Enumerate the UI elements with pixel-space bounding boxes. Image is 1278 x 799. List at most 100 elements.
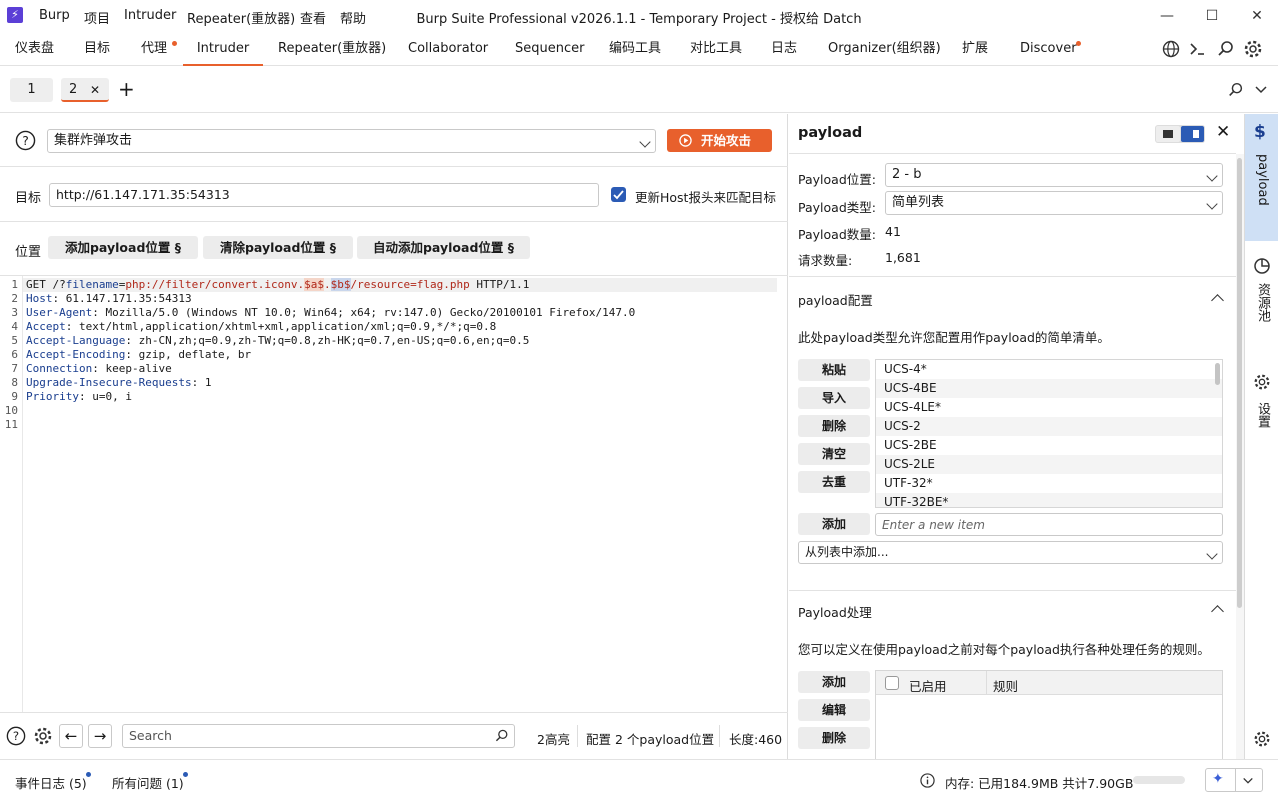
layout-left-icon[interactable] bbox=[1156, 126, 1180, 142]
forward-arrow-icon[interactable]: → bbox=[88, 724, 112, 748]
event-log-link[interactable]: 事件日志 (5) bbox=[15, 773, 87, 792]
tab-dashboard[interactable]: 仪表盘 bbox=[15, 32, 54, 66]
clear-position-button[interactable]: 清除payload位置 § bbox=[203, 236, 353, 259]
list-item[interactable]: UCS-2BE bbox=[876, 436, 1222, 455]
menu-view[interactable]: 查看 bbox=[300, 8, 326, 27]
layout-right-icon[interactable] bbox=[1181, 126, 1204, 142]
tab-discover[interactable]: Discover bbox=[1020, 32, 1077, 66]
payload-list[interactable]: UCS-4* UCS-4BE UCS-4LE* UCS-2 UCS-2BE UCS-2LE… bbox=[875, 359, 1223, 508]
list-item[interactable]: UCS-4LE* bbox=[876, 398, 1222, 417]
menu-burp[interactable]: Burp bbox=[39, 8, 70, 23]
remove-rule-button[interactable]: 删除 bbox=[798, 727, 870, 749]
tab-proxy[interactable]: 代理 bbox=[141, 32, 167, 66]
deduplicate-button[interactable]: 去重 bbox=[798, 471, 870, 493]
enable-all-checkbox[interactable] bbox=[885, 676, 899, 690]
payload-processing-title: Payload处理 bbox=[798, 605, 872, 620]
help-icon[interactable]: ? bbox=[15, 130, 36, 151]
subtab-1[interactable]: 1 bbox=[10, 78, 53, 102]
collapse-icon[interactable] bbox=[1211, 605, 1224, 618]
subtab-2[interactable]: 2 ✕ bbox=[61, 78, 109, 102]
edit-rule-button[interactable]: 编辑 bbox=[798, 699, 870, 721]
line-number: 11 bbox=[4, 418, 18, 431]
list-item[interactable]: UCS-2LE bbox=[876, 455, 1222, 474]
tab-extensions[interactable]: 扩展 bbox=[962, 32, 988, 66]
sidebar-item-resource-pool[interactable]: 资源池 bbox=[1245, 251, 1278, 341]
payload-marker-a[interactable]: $a$ bbox=[304, 278, 325, 291]
list-item[interactable]: UTF-32BE* bbox=[876, 493, 1222, 507]
tab-organizer[interactable]: Organizer(组织器) bbox=[828, 32, 941, 66]
chevron-down-icon[interactable] bbox=[1242, 775, 1254, 787]
panel-scrollbar-thumb[interactable] bbox=[1237, 158, 1242, 608]
close-window-icon[interactable]: ✕ bbox=[1242, 4, 1272, 28]
payload-position-select[interactable]: 2 - b bbox=[885, 163, 1223, 187]
clear-button[interactable]: 清空 bbox=[798, 443, 870, 465]
layout-toggle[interactable] bbox=[1155, 125, 1205, 143]
paste-button[interactable]: 粘贴 bbox=[798, 359, 870, 381]
search-icon[interactable] bbox=[1216, 39, 1236, 59]
collapse-icon[interactable] bbox=[1211, 294, 1224, 307]
add-item-button[interactable]: 添加 bbox=[798, 513, 870, 535]
close-icon[interactable]: ✕ bbox=[1216, 122, 1230, 142]
subtab-search-icon[interactable] bbox=[1227, 81, 1245, 99]
start-attack-button[interactable]: 开始攻击 bbox=[667, 129, 772, 152]
list-item[interactable]: UCS-4BE bbox=[876, 379, 1222, 398]
tab-logger[interactable]: 日志 bbox=[771, 32, 797, 66]
request-editor[interactable]: 1 2 3 4 5 6 7 8 9 10 11 GET /?filename=php://filte… bbox=[0, 276, 788, 712]
add-from-list-select[interactable]: 从列表中添加... bbox=[798, 541, 1223, 564]
import-button[interactable]: 导入 bbox=[798, 387, 870, 409]
menu-help[interactable]: 帮助 bbox=[340, 8, 366, 27]
sidebar-payload-label: payload bbox=[1255, 154, 1270, 206]
sidebar-item-payload[interactable]: $ payload bbox=[1245, 114, 1278, 241]
attack-type-select[interactable]: 集群炸弹攻击 bbox=[47, 129, 656, 153]
add-position-button[interactable]: 添加payload位置 § bbox=[48, 236, 198, 259]
ai-assistant-button[interactable]: ✦ bbox=[1205, 768, 1263, 792]
menu-repeater[interactable]: Repeater(重放器) bbox=[187, 8, 295, 27]
tab-collaborator[interactable]: Collaborator bbox=[408, 32, 488, 66]
list-item[interactable]: UCS-4* bbox=[876, 360, 1222, 379]
tab-repeater[interactable]: Repeater(重放器) bbox=[278, 32, 386, 66]
close-icon[interactable]: ✕ bbox=[90, 78, 100, 102]
header-colon: : bbox=[92, 306, 99, 319]
remove-button[interactable]: 删除 bbox=[798, 415, 870, 437]
help-icon[interactable]: ? bbox=[6, 726, 26, 746]
intruder-config-pane: ? 集群炸弹攻击 开始攻击 目标 http://61.147.171.35:54… bbox=[0, 114, 788, 759]
tab-sequencer[interactable]: Sequencer bbox=[515, 32, 584, 66]
list-item[interactable]: UCS-2 bbox=[876, 417, 1222, 436]
minimize-icon[interactable]: — bbox=[1152, 4, 1182, 28]
add-tab-icon[interactable]: + bbox=[118, 77, 135, 101]
target-row: 目标 http://61.147.171.35:54313 更新Host报头来匹… bbox=[0, 168, 788, 222]
method-path: GET /? bbox=[26, 278, 66, 291]
auto-position-button[interactable]: 自动添加payload位置 § bbox=[357, 236, 530, 259]
line-number: 9 bbox=[11, 390, 18, 403]
payload-marker-b[interactable]: $b$ bbox=[330, 278, 351, 291]
tab-decoder[interactable]: 编码工具 bbox=[609, 32, 661, 66]
chevron-down-icon[interactable] bbox=[1254, 83, 1268, 97]
list-scrollbar[interactable] bbox=[1215, 363, 1220, 385]
terminal-icon[interactable] bbox=[1188, 39, 1208, 59]
tab-intruder[interactable]: Intruder bbox=[183, 32, 263, 66]
positions-label: 位置 bbox=[15, 245, 42, 260]
sidebar-gear-icon[interactable] bbox=[1253, 730, 1271, 748]
gear-icon[interactable] bbox=[1243, 39, 1263, 59]
line-number: 3 bbox=[11, 306, 18, 319]
line-number: 8 bbox=[11, 376, 18, 389]
menu-intruder[interactable]: Intruder bbox=[124, 8, 176, 23]
globe-icon[interactable] bbox=[1161, 39, 1181, 59]
payload-type-select[interactable]: 简单列表 bbox=[885, 191, 1223, 215]
all-issues-link[interactable]: 所有问题 (1) bbox=[112, 773, 184, 792]
tab-target[interactable]: 目标 bbox=[84, 32, 110, 66]
list-item[interactable]: UTF-32* bbox=[876, 474, 1222, 493]
back-arrow-icon[interactable]: ← bbox=[59, 724, 83, 748]
menu-project[interactable]: 项目 bbox=[84, 8, 110, 27]
update-host-checkbox[interactable] bbox=[611, 187, 626, 202]
add-rule-button[interactable]: 添加 bbox=[798, 671, 870, 693]
rules-table[interactable]: 已启用 规则 bbox=[875, 670, 1223, 759]
new-item-input[interactable]: Enter a new item bbox=[875, 513, 1223, 536]
search-input[interactable]: Search bbox=[122, 724, 515, 748]
payload-config-desc: 此处payload类型允许您配置用作payload的简单清单。 bbox=[798, 330, 1110, 345]
settings-gear-icon[interactable] bbox=[33, 726, 53, 746]
maximize-icon[interactable]: ☐ bbox=[1197, 4, 1227, 28]
tab-comparer[interactable]: 对比工具 bbox=[690, 32, 742, 66]
target-url-input[interactable]: http://61.147.171.35:54313 bbox=[49, 183, 599, 207]
sidebar-item-settings[interactable]: 设置 bbox=[1245, 370, 1278, 440]
